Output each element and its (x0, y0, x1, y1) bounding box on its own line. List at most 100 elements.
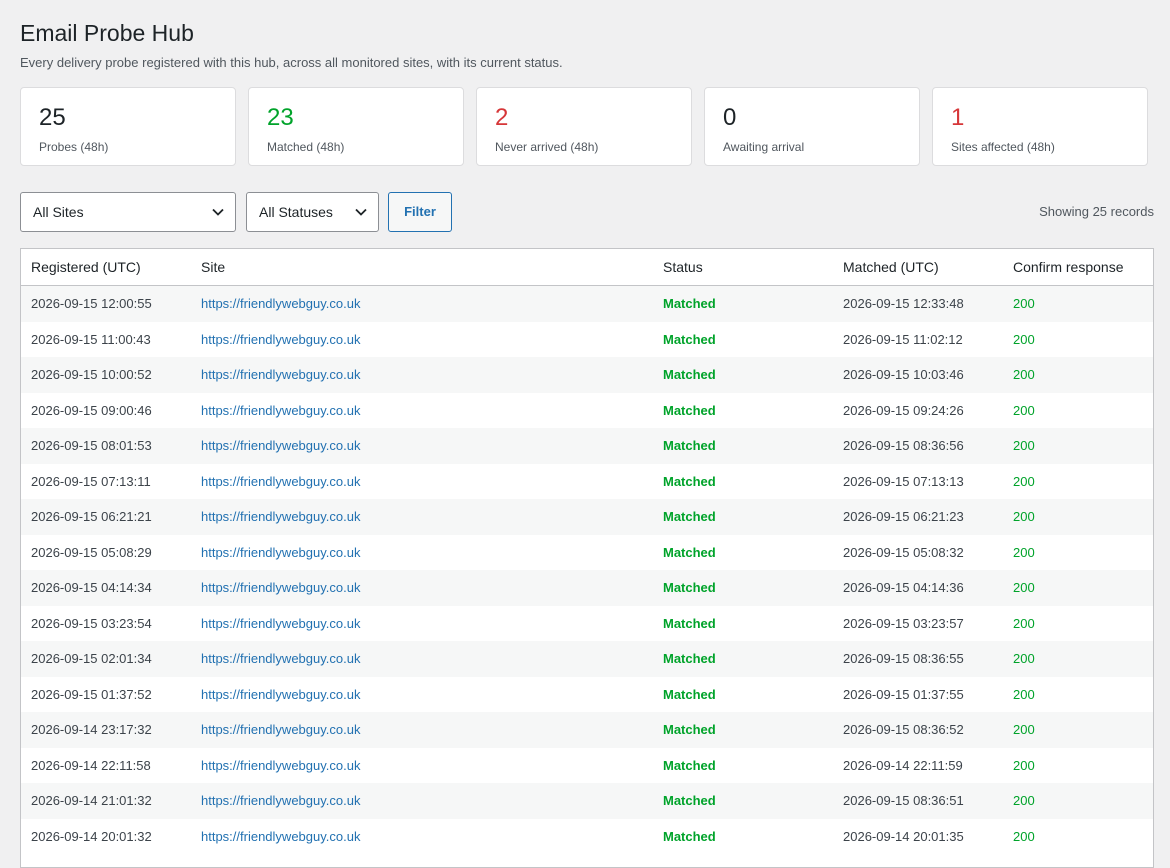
registered-cell: 2026-09-15 03:23:54 (31, 615, 152, 631)
table-row: 2026-09-15 12:00:55 https://friendlywebgu… (21, 285, 1153, 322)
site-link[interactable]: https://friendlywebguy.co.uk (191, 357, 653, 393)
confirm-response-cell: 200 (1003, 285, 1153, 322)
status-select-value: All Statuses (259, 204, 333, 220)
stat-label: Awaiting arrival (723, 140, 805, 154)
stat-card-sites-affected: 1 Sites affected (48h) (932, 87, 1148, 166)
stat-label: Never arrived (48h) (495, 140, 599, 154)
registered-cell: 2026-09-15 12:00:55 (21, 285, 191, 322)
stat-card-never-arrived: 2 Never arrived (48h) (476, 87, 692, 166)
site-select-value: All Sites (33, 204, 84, 220)
status-cell: Matched (663, 544, 716, 560)
site-link[interactable]: https://friendlywebguy.co.uk (191, 499, 653, 535)
site-link[interactable]: https://friendlywebguy.co.uk (191, 322, 653, 358)
site-link[interactable]: https://friendlywebguy.co.uk (191, 606, 653, 642)
registered-cell: 2026-09-14 23:17:32 (21, 712, 191, 748)
page-subtitle: Every delivery probe registered with thi… (20, 55, 563, 70)
stat-label: Matched (48h) (267, 140, 345, 154)
stat-value: 2 (495, 104, 509, 131)
status-cell: Matched (663, 331, 716, 347)
matched-cell: 2026-09-15 10:03:46 (833, 357, 1003, 393)
matched-cell: 2026-09-15 01:37:55 (843, 686, 964, 702)
site-link[interactable]: https://friendlywebguy.co.uk (191, 464, 653, 500)
table-row: 2026-09-15 01:37:52 https://friendlywebgu… (21, 677, 1153, 713)
site-select[interactable]: All Sites (20, 192, 236, 232)
registered-cell: 2026-09-14 22:11:58 (31, 757, 151, 773)
status-cell: Matched (653, 285, 833, 322)
table-row: 2026-09-14 21:01:32 https://friendlywebgu… (21, 783, 1153, 819)
matched-cell: 2026-09-15 09:24:26 (843, 402, 964, 418)
column-header-matched[interactable]: Matched (UTC) (833, 249, 1003, 286)
table-row: 2026-09-14 22:11:58 https://friendlywebgu… (21, 748, 1153, 784)
site-link[interactable]: https://friendlywebguy.co.uk (191, 285, 653, 322)
confirm-response-cell: 200 (1003, 570, 1153, 606)
matched-cell: 2026-09-14 20:01:35 (843, 828, 964, 844)
registered-cell: 2026-09-14 21:01:32 (21, 783, 191, 819)
table-row: 2026-09-15 11:00:43 https://friendlywebgu… (21, 322, 1153, 358)
confirm-response-cell: 200 (1003, 783, 1153, 819)
matched-cell: 2026-09-15 11:02:12 (843, 331, 963, 347)
site-link[interactable]: https://friendlywebguy.co.uk (191, 641, 653, 677)
matched-cell: 2026-09-15 08:36:52 (833, 712, 1003, 748)
confirm-response-cell: 200 (1013, 473, 1035, 489)
status-cell: Matched (663, 757, 716, 773)
table-row: 2026-09-14 20:01:32 https://friendlywebgu… (21, 819, 1153, 855)
status-cell: Matched (653, 783, 833, 819)
site-link[interactable]: https://friendlywebguy.co.uk (191, 748, 653, 784)
matched-cell: 2026-09-15 06:21:23 (833, 499, 1003, 535)
stat-card-matched: 23 Matched (48h) (248, 87, 464, 166)
chevron-down-icon (212, 208, 224, 216)
status-cell: Matched (663, 473, 716, 489)
site-link[interactable]: https://friendlywebguy.co.uk (191, 428, 653, 464)
stat-value: 1 (951, 104, 965, 131)
table-row: 2026-09-15 07:13:11 https://friendlywebgu… (21, 464, 1153, 500)
stats-cards: 25 Probes (48h) 23 Matched (48h) 2 Never… (20, 87, 1154, 166)
registered-cell: 2026-09-15 04:14:34 (21, 570, 191, 606)
table-row: 2026-09-15 06:21:21 https://friendlywebgu… (21, 499, 1153, 535)
probes-table: Registered (UTC) Site Status Matched (UT… (20, 248, 1154, 868)
registered-cell: 2026-09-15 01:37:52 (31, 686, 152, 702)
column-header-site[interactable]: Site (191, 249, 653, 286)
site-link[interactable]: https://friendlywebguy.co.uk (191, 677, 653, 713)
table-row: 2026-09-15 02:01:34 https://friendlywebgu… (21, 641, 1153, 677)
matched-cell: 2026-09-15 08:36:56 (833, 428, 1003, 464)
matched-cell: 2026-09-15 05:08:32 (843, 544, 964, 560)
registered-cell: 2026-09-15 05:08:29 (31, 544, 152, 560)
filter-button[interactable]: Filter (388, 192, 452, 232)
table-row: 2026-09-15 08:01:53 https://friendlywebgu… (21, 428, 1153, 464)
column-header-confirm-response[interactable]: Confirm response (1003, 249, 1153, 286)
confirm-response-cell: 200 (1013, 757, 1035, 773)
confirm-response-cell: 200 (1013, 615, 1035, 631)
status-cell: Matched (663, 686, 716, 702)
stat-value: 25 (39, 104, 66, 131)
site-link[interactable]: https://friendlywebguy.co.uk (191, 712, 653, 748)
site-link[interactable]: https://friendlywebguy.co.uk (191, 570, 653, 606)
matched-cell: 2026-09-15 03:23:57 (843, 615, 964, 631)
confirm-response-cell: 200 (1003, 357, 1153, 393)
filter-toolbar: All Sites All Statuses Filter Showing 25… (20, 192, 1154, 232)
site-link[interactable]: https://friendlywebguy.co.uk (191, 535, 653, 571)
status-cell: Matched (663, 615, 716, 631)
stat-card-awaiting: 0 Awaiting arrival (704, 87, 920, 166)
registered-cell: 2026-09-15 11:00:43 (31, 331, 151, 347)
matched-cell: 2026-09-15 04:14:36 (833, 570, 1003, 606)
column-header-status[interactable]: Status (653, 249, 833, 286)
confirm-response-cell: 200 (1003, 641, 1153, 677)
confirm-response-cell: 200 (1003, 499, 1153, 535)
matched-cell: 2026-09-15 07:13:13 (843, 473, 964, 489)
chevron-down-icon (355, 208, 367, 216)
table-row: 2026-09-15 10:00:52 https://friendlywebgu… (21, 357, 1153, 393)
status-cell: Matched (653, 428, 833, 464)
status-select[interactable]: All Statuses (246, 192, 379, 232)
registered-cell: 2026-09-15 10:00:52 (21, 357, 191, 393)
site-link[interactable]: https://friendlywebguy.co.uk (191, 393, 653, 429)
matched-cell: 2026-09-15 12:33:48 (833, 285, 1003, 322)
matched-cell: 2026-09-14 22:11:59 (843, 757, 963, 773)
status-cell: Matched (653, 712, 833, 748)
site-link[interactable]: https://friendlywebguy.co.uk (191, 783, 653, 819)
status-cell: Matched (663, 402, 716, 418)
site-link[interactable]: https://friendlywebguy.co.uk (191, 819, 653, 855)
confirm-response-cell: 200 (1013, 331, 1035, 347)
column-header-registered[interactable]: Registered (UTC) (21, 249, 191, 286)
registered-cell: 2026-09-15 08:01:53 (21, 428, 191, 464)
status-cell: Matched (653, 570, 833, 606)
